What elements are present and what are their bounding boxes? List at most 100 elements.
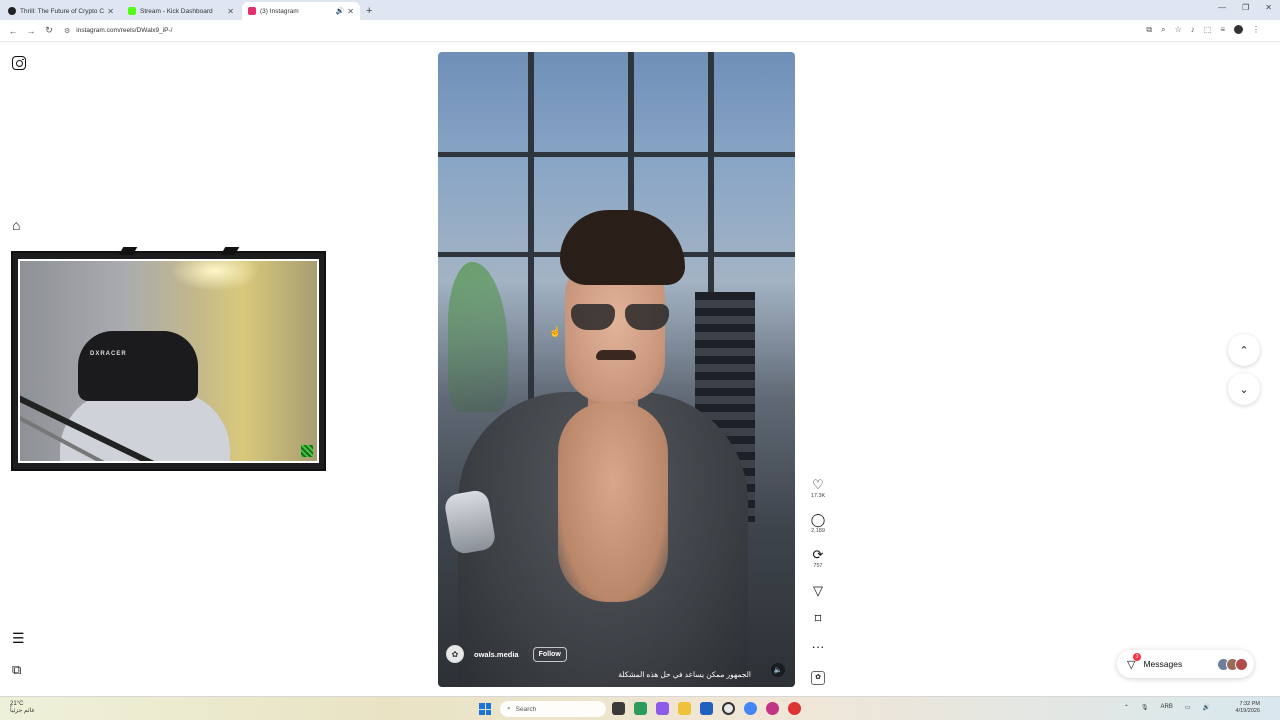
kick-favicon-icon — [128, 7, 136, 15]
author-avatar[interactable]: ✿ — [446, 645, 464, 663]
heart-icon[interactable]: ♡ — [806, 478, 830, 492]
tab-label: (3) Instagram — [260, 7, 299, 15]
file-explorer-icon[interactable] — [678, 702, 691, 715]
close-tab-icon[interactable]: ✕ — [347, 7, 354, 16]
search-icon: ⌕ — [507, 705, 511, 712]
comments-count: 2,189 — [811, 528, 825, 534]
system-tray: ⌃ 🎙 ARB ▭ 🔊 — [1124, 704, 1210, 711]
unread-badge: 3 — [1133, 652, 1141, 661]
toolbar-actions: ⧉ ⌕ ☆ ♪ ⬚ ≡ ⋮ — [1146, 25, 1260, 35]
forward-icon[interactable]: → — [22, 26, 40, 36]
search-placeholder: Search — [515, 705, 537, 713]
zoom-icon[interactable]: ⌕ — [1161, 25, 1165, 35]
audio-thumbnail-icon[interactable]: ✿ — [811, 671, 825, 685]
taskbar-clock[interactable]: 7:32 PM 4/19/2026 — [1236, 701, 1260, 715]
tray-overflow-icon[interactable]: ⌃ — [1124, 704, 1129, 711]
reel-author: ✿ owals.media Follow — [446, 645, 567, 663]
store-icon[interactable] — [700, 702, 713, 715]
bookmark-star-icon[interactable]: ☆ — [1175, 25, 1182, 35]
more-menu-icon[interactable]: ☰ — [12, 630, 25, 647]
app-icon[interactable] — [788, 702, 801, 715]
more-options[interactable]: ··· — [806, 640, 830, 654]
network-icon[interactable]: ▭ — [1185, 704, 1191, 711]
sidebar-icon[interactable]: ≡ — [1220, 25, 1225, 35]
frame-tab — [220, 247, 240, 255]
taskbar-search[interactable]: ⌕ Search — [500, 701, 606, 717]
avatar — [1235, 657, 1248, 671]
new-tab-button[interactable]: + — [366, 2, 372, 20]
comment-icon[interactable]: ◯ — [806, 513, 830, 527]
like-action[interactable]: ♡ 17.3K — [806, 478, 830, 500]
save-action[interactable]: ⌑ — [806, 612, 830, 626]
reposts-count: 757 — [813, 563, 823, 569]
reel-video[interactable]: ☝ ✿ owals.media Follow الجمهور ممكن يساع… — [438, 52, 795, 687]
ellipsis-icon[interactable]: ··· — [806, 640, 830, 654]
microphone-icon[interactable]: 🎙 — [1141, 704, 1149, 711]
gaming-chair — [78, 331, 198, 401]
install-app-icon[interactable]: ⧉ — [1146, 25, 1152, 35]
weather-text: غائم جزئياً — [10, 708, 35, 714]
volume-icon[interactable]: 🔈 — [771, 663, 785, 677]
menu-icon[interactable]: ⋮ — [1252, 25, 1260, 35]
task-view-icon[interactable] — [612, 702, 625, 715]
apps-icon[interactable]: ⧉ — [12, 662, 21, 678]
close-tab-icon[interactable]: ✕ — [227, 7, 234, 16]
repost-icon[interactable]: ⟳ — [806, 548, 830, 562]
extensions-icon[interactable]: ⬚ — [1204, 25, 1212, 35]
send-icon[interactable]: ▽ — [806, 584, 830, 598]
site-info-icon[interactable]: ⚙ — [64, 27, 70, 35]
profile-avatar[interactable] — [1234, 25, 1243, 34]
clock-date: 4/19/2026 — [1235, 708, 1260, 714]
follow-button[interactable]: Follow — [532, 646, 567, 662]
obs-icon[interactable] — [722, 702, 735, 715]
chevron-down-icon: ⌄ — [1239, 383, 1249, 396]
previous-reel-button[interactable]: ⌃ — [1228, 334, 1260, 366]
instagram-logo-icon[interactable] — [12, 56, 26, 70]
read-aloud-icon[interactable]: ♪ — [1191, 25, 1195, 35]
window-frame — [528, 52, 534, 437]
tab-label: Stream - Kick Dashboard — [140, 7, 213, 15]
tab-thrill[interactable]: Thrill: The Future of Crypto Ca ✕ — [2, 2, 120, 20]
chair-label: DXRACER — [90, 351, 127, 357]
share-action[interactable]: ▽ — [806, 584, 830, 598]
restore-icon[interactable]: ❐ — [1242, 3, 1249, 12]
address-bar[interactable]: ⚙ instagram.com/reels/DWalx9_iP-/ — [64, 27, 172, 35]
webcam-feed: DXRACER — [18, 259, 319, 463]
home-icon[interactable]: ⌂ — [12, 217, 20, 233]
chrome-icon[interactable] — [744, 702, 757, 715]
bookmark-icon[interactable]: ⌑ — [806, 612, 830, 626]
message-avatars — [1217, 657, 1248, 671]
reel-caption[interactable]: الجمهور ممكن يساعد في حل هذه المشكلة — [618, 670, 751, 679]
comment-action[interactable]: ◯ 2,189 — [806, 513, 830, 535]
audio-playing-icon[interactable]: 🔊 — [336, 7, 345, 15]
tab-kick-dashboard[interactable]: Stream - Kick Dashboard ✕ — [122, 2, 240, 20]
close-window-icon[interactable]: ✕ — [1265, 3, 1272, 12]
windows-start-icon[interactable] — [479, 703, 491, 715]
author-username[interactable]: owals.media — [474, 650, 519, 659]
webcam-overlay: DXRACER — [11, 247, 326, 471]
plant — [448, 262, 508, 412]
messages-button[interactable]: ▽ 3 Messages — [1117, 650, 1254, 678]
frame-tab — [118, 247, 138, 255]
clock-time: 7:32 PM — [1239, 701, 1260, 707]
instagram-app-icon[interactable] — [766, 702, 779, 715]
messages-label: Messages — [1143, 659, 1183, 669]
language-indicator[interactable]: ARB — [1161, 704, 1173, 711]
instagram-favicon-icon — [248, 7, 256, 15]
mouse-cursor-icon: ☝ — [549, 327, 562, 338]
tab-instagram[interactable]: (3) Instagram 🔊 ✕ — [242, 2, 360, 20]
back-icon[interactable]: ← — [4, 26, 22, 36]
person-hair — [560, 210, 685, 285]
repost-action[interactable]: ⟳ 757 — [806, 548, 830, 570]
likes-count: 17.3K — [810, 493, 826, 499]
widgets-icon[interactable] — [634, 702, 647, 715]
next-reel-button[interactable]: ⌄ — [1228, 373, 1260, 405]
weather-widget[interactable]: 21°C غائم جزئياً — [10, 701, 35, 715]
speaker-icon[interactable]: 🔊 — [1203, 704, 1210, 711]
copilot-icon[interactable] — [656, 702, 669, 715]
minimize-icon[interactable]: — — [1218, 3, 1226, 12]
browser-tab-strip: Thrill: The Future of Crypto Ca ✕ Stream… — [0, 0, 1280, 20]
frame-corner-accent — [301, 445, 313, 457]
close-tab-icon[interactable]: ✕ — [107, 7, 114, 16]
reload-icon[interactable]: ↻ — [40, 25, 58, 36]
